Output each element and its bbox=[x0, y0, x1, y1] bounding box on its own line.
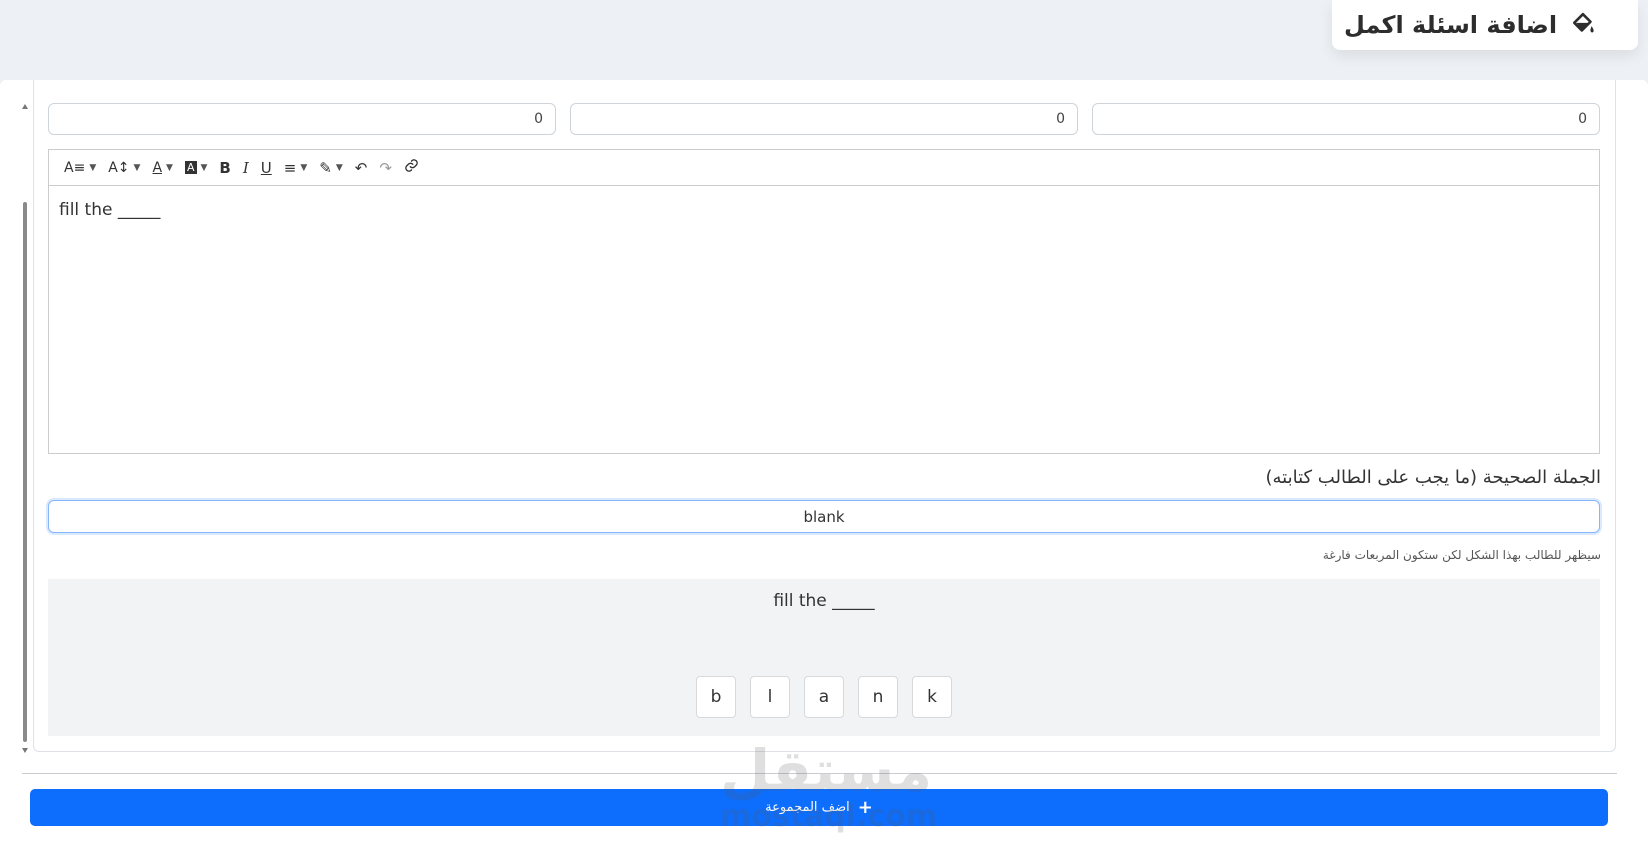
italic-icon: I bbox=[242, 158, 249, 177]
score-input-2[interactable] bbox=[570, 103, 1078, 135]
chevron-down-icon: ▼ bbox=[335, 162, 343, 173]
align-button[interactable]: ≡ ▼ bbox=[279, 154, 313, 182]
font-family-button[interactable]: A≡ ▼ bbox=[59, 154, 101, 182]
letter-boxes: b l a n k bbox=[48, 676, 1600, 718]
letter-box: n bbox=[858, 676, 898, 718]
scroll-down-icon[interactable] bbox=[22, 748, 28, 753]
divider bbox=[22, 773, 1617, 774]
font-color-icon: A bbox=[152, 159, 163, 176]
chevron-down-icon: ▼ bbox=[166, 162, 173, 173]
link-button[interactable] bbox=[399, 154, 424, 182]
link-icon bbox=[404, 158, 419, 177]
align-icon: ≡ bbox=[283, 158, 297, 177]
bold-icon: B bbox=[219, 158, 231, 177]
plus-icon: + bbox=[857, 797, 873, 818]
score-input-3[interactable] bbox=[1092, 103, 1600, 135]
undo-button[interactable]: ↶ bbox=[350, 154, 373, 182]
page-title: اضافة اسئلة اكمل bbox=[1344, 11, 1558, 39]
letter-box: b bbox=[696, 676, 736, 718]
chevron-down-icon: ▼ bbox=[89, 162, 97, 173]
font-color-button[interactable]: A ▼ bbox=[147, 154, 178, 182]
editor-content[interactable]: fill the _____ bbox=[49, 186, 1599, 234]
preview-sentence: fill the _____ bbox=[773, 591, 875, 611]
undo-icon: ↶ bbox=[354, 158, 368, 177]
add-group-button[interactable]: + اضف المجموعة bbox=[30, 789, 1608, 826]
chevron-down-icon: ▼ bbox=[133, 162, 141, 173]
scrollbar[interactable] bbox=[21, 98, 29, 753]
rich-text-editor: A≡ ▼ A↕ ▼ A ▼ A ▼ B I U ≡ ▼ ✎ ▼ ↶ ↷ fill… bbox=[48, 149, 1600, 454]
scroll-up-icon[interactable] bbox=[22, 104, 28, 109]
font-size-icon: A↕ bbox=[108, 159, 130, 176]
redo-button[interactable]: ↷ bbox=[374, 154, 397, 182]
highlight-icon: ✎ bbox=[319, 158, 332, 177]
preview-hint: سيظهر للطالب بهذا الشكل لكن ستكون المربع… bbox=[1322, 548, 1601, 562]
answer-input[interactable] bbox=[48, 500, 1600, 533]
add-group-label: اضف المجموعة bbox=[765, 800, 850, 815]
background-color-icon: A bbox=[184, 161, 197, 174]
scrollbar-thumb[interactable] bbox=[23, 202, 27, 742]
highlight-button[interactable]: ✎ ▼ bbox=[314, 154, 348, 182]
page-title-card: اضافة اسئلة اكمل bbox=[1332, 0, 1638, 50]
bold-button[interactable]: B bbox=[214, 154, 235, 182]
font-size-button[interactable]: A↕ ▼ bbox=[103, 154, 145, 182]
underline-icon: U bbox=[260, 158, 272, 177]
background-color-button[interactable]: A ▼ bbox=[180, 154, 212, 182]
score-input-1[interactable] bbox=[48, 103, 556, 135]
italic-button[interactable]: I bbox=[238, 154, 254, 182]
letter-box: a bbox=[804, 676, 844, 718]
letter-box: l bbox=[750, 676, 790, 718]
answer-label: الجملة الصحيحة (ما يجب على الطالب كتابته… bbox=[1265, 467, 1601, 488]
paint-bucket-icon bbox=[1569, 10, 1599, 40]
underline-button[interactable]: U bbox=[256, 154, 277, 182]
student-preview: fill the _____ b l a n k bbox=[48, 579, 1600, 736]
font-family-icon: A≡ bbox=[64, 159, 86, 176]
editor-toolbar: A≡ ▼ A↕ ▼ A ▼ A ▼ B I U ≡ ▼ ✎ ▼ ↶ ↷ bbox=[49, 150, 1599, 186]
redo-icon: ↷ bbox=[379, 158, 392, 177]
chevron-down-icon: ▼ bbox=[200, 162, 208, 173]
letter-box: k bbox=[912, 676, 952, 718]
chevron-down-icon: ▼ bbox=[300, 162, 308, 173]
